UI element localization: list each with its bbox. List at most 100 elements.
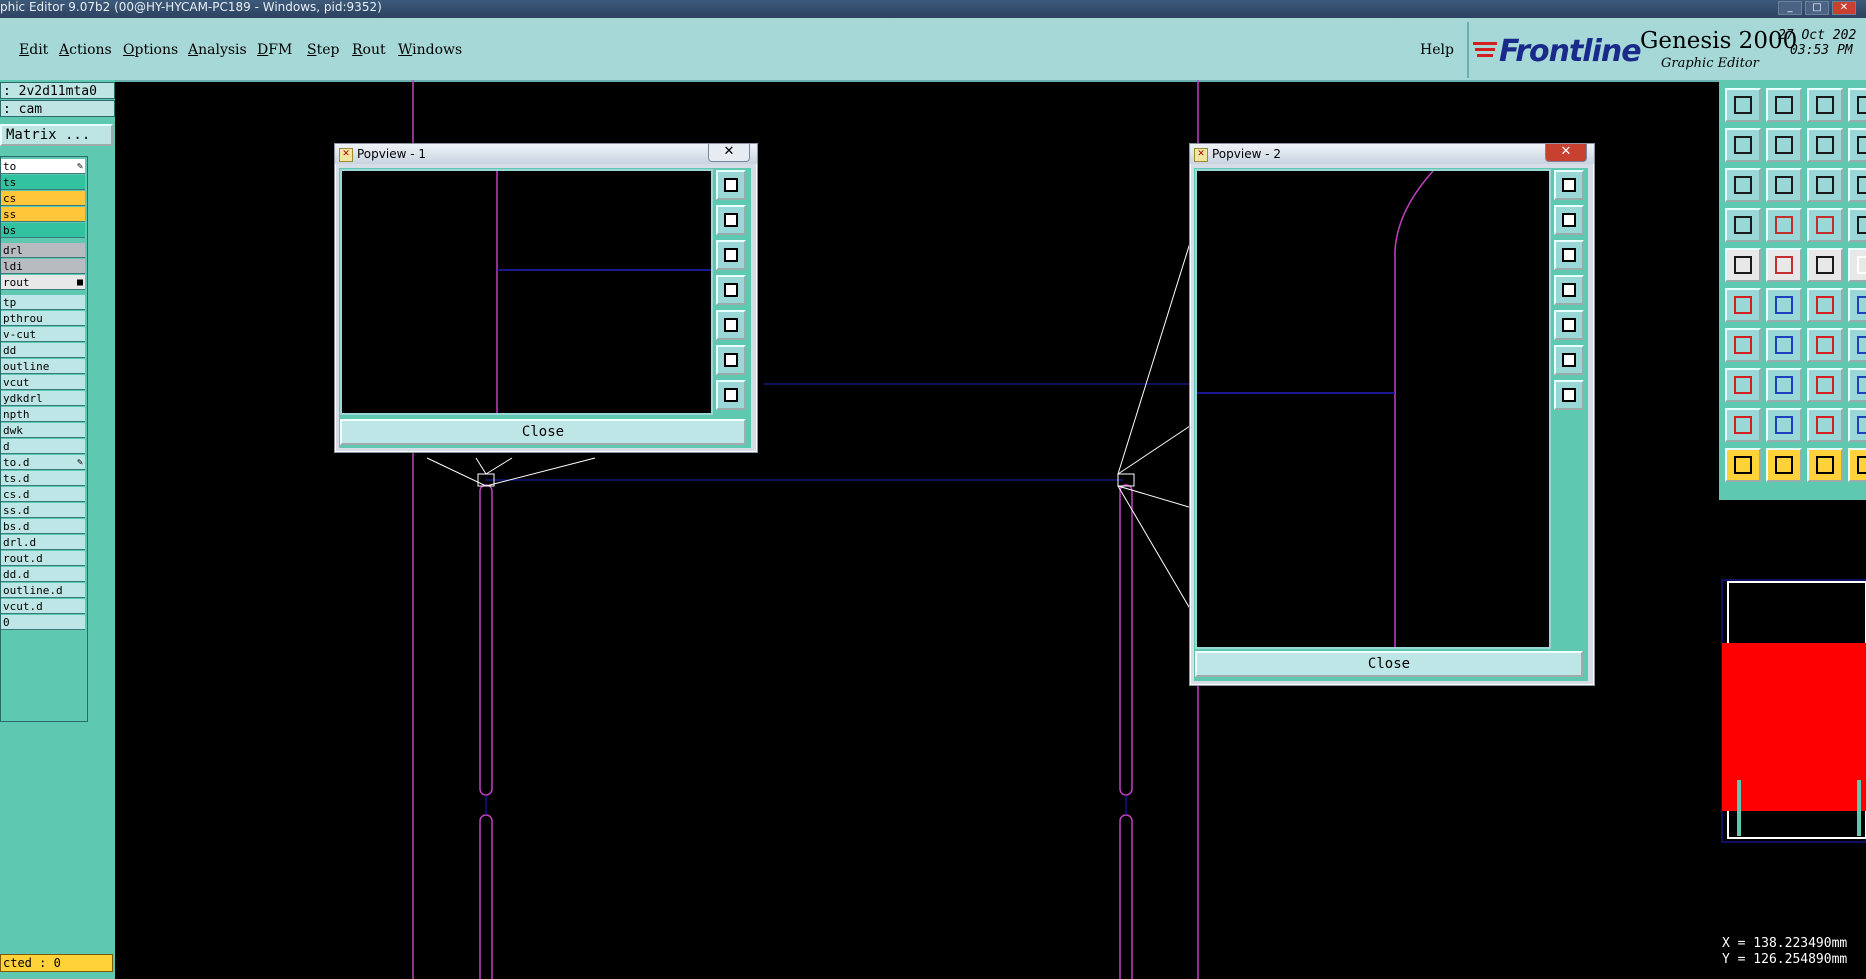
menu-options[interactable]: Options (123, 42, 178, 58)
close-window-button[interactable]: ✕ (1832, 1, 1856, 15)
popview-2-pan-up-button[interactable] (1554, 205, 1584, 235)
popview-2-titlebar[interactable]: ✕ Popview - 2 ✕ (1190, 144, 1594, 164)
popview-2-pan-right-button[interactable] (1554, 310, 1584, 340)
layer-row-vcut[interactable]: vcut (1, 375, 85, 390)
arrow-pointer-button[interactable] (1725, 448, 1761, 482)
layer-row-ts-d[interactable]: ts.d (1, 471, 85, 486)
popview-1-zoom-out-button[interactable] (716, 380, 746, 410)
layer-row-ss-d[interactable]: ss.d (1, 503, 85, 518)
layer-row-0[interactable]: 0 (1, 615, 85, 630)
layer-row-rout[interactable]: rout ■ (1, 275, 85, 290)
popview-2-zoom-home-button[interactable] (1554, 170, 1584, 200)
triangle-red-button[interactable] (1725, 408, 1761, 442)
layer-row-d[interactable]: d (1, 439, 85, 454)
menu-actions[interactable]: Actions (59, 42, 112, 58)
layer-row-tp[interactable]: tp (1, 295, 85, 310)
popview-1-close-x[interactable]: ✕ (708, 144, 750, 162)
minus-button[interactable] (1766, 368, 1802, 402)
menu-dfm[interactable]: DFM (257, 42, 292, 58)
layer-row-to[interactable]: to ✎ (1, 159, 85, 174)
ruler-button[interactable] (1807, 248, 1843, 282)
minimize-button[interactable]: _ (1778, 1, 1802, 15)
help-q-button[interactable] (1848, 168, 1866, 202)
layer-row-ydkdrl[interactable]: ydkdrl (1, 391, 85, 406)
layer-row-cs[interactable]: cs (1, 191, 85, 206)
triangle-a2-button[interactable] (1807, 408, 1843, 442)
popview-1-pan-down-button[interactable] (716, 240, 746, 270)
fit-all-button[interactable] (1725, 168, 1761, 202)
layer-row-cs-d[interactable]: cs.d (1, 487, 85, 502)
popview-2-zoom-out-button[interactable] (1554, 380, 1584, 410)
arc-button[interactable] (1807, 328, 1843, 362)
pan-left-button[interactable] (1725, 128, 1761, 162)
box-select-button[interactable] (1807, 368, 1843, 402)
circle-button[interactable] (1848, 248, 1866, 282)
hspace2-button[interactable] (1848, 128, 1866, 162)
zoom-up-button[interactable] (1725, 88, 1761, 122)
arrow-pointer-red2-button[interactable] (1807, 448, 1843, 482)
popview-1-zoom-home-button[interactable] (716, 170, 746, 200)
popview-1-zoom-in-button[interactable] (716, 345, 746, 375)
pan-right-button[interactable] (1766, 128, 1802, 162)
connect2-button[interactable] (1848, 288, 1866, 322)
menu-help[interactable]: Help (1420, 42, 1454, 58)
line-blue-button[interactable] (1766, 328, 1802, 362)
popview-1-canvas[interactable] (340, 169, 713, 415)
measure-red2-button[interactable] (1848, 208, 1866, 242)
fit-screen-button[interactable] (1766, 168, 1802, 202)
popview-1-titlebar[interactable]: ✕ Popview - 1 ✕ (335, 144, 757, 164)
home-button[interactable] (1807, 88, 1843, 122)
snap-button[interactable] (1725, 208, 1761, 242)
net-select-button[interactable] (1725, 288, 1761, 322)
menu-rout[interactable]: Rout (352, 42, 386, 58)
menu-analysis[interactable]: Analysis (188, 42, 247, 58)
hspace-button[interactable] (1848, 88, 1866, 122)
measure-red-button[interactable] (1807, 208, 1843, 242)
matrix-button[interactable]: Matrix ... (0, 124, 113, 146)
popview-2-close-button[interactable]: Close (1195, 651, 1583, 677)
drill-hole-button[interactable] (1725, 248, 1761, 282)
overview-map[interactable] (1719, 500, 1866, 930)
arrow-pointer-red-button[interactable] (1766, 448, 1802, 482)
popview-2-zoom-in-button[interactable] (1554, 345, 1584, 375)
box-blue-button[interactable] (1848, 368, 1866, 402)
triangle-a-button[interactable] (1766, 408, 1802, 442)
popview-2-pan-left-button[interactable] (1554, 275, 1584, 305)
maximize-button[interactable]: □ (1805, 1, 1829, 15)
zoom-down-button[interactable] (1766, 88, 1802, 122)
connect-button[interactable] (1807, 288, 1843, 322)
layer-row-dd-d[interactable]: dd.d (1, 567, 85, 582)
layer-row-drl-d[interactable]: drl.d (1, 535, 85, 550)
layer-row-outline[interactable]: outline (1, 359, 85, 374)
layer-row-vcut-d[interactable]: vcut.d (1, 599, 85, 614)
popview-1-close-button[interactable]: Close (340, 419, 746, 445)
layer-row-ss[interactable]: ss (1, 207, 85, 222)
popview-1-pan-up-button[interactable] (716, 205, 746, 235)
popview-2-canvas[interactable] (1195, 169, 1551, 649)
undo-zoom-button[interactable] (1807, 128, 1843, 162)
pad-red-button[interactable] (1725, 368, 1761, 402)
arc2-button[interactable] (1848, 328, 1866, 362)
menu-windows[interactable]: Windows (398, 42, 462, 58)
feature-cross-button[interactable] (1766, 288, 1802, 322)
layer-row-rout-d[interactable]: rout.d (1, 551, 85, 566)
grid-button[interactable] (1766, 208, 1802, 242)
profile-button[interactable] (1766, 248, 1802, 282)
layer-row-v-cut[interactable]: v-cut (1, 327, 85, 342)
popview-2-pan-down-button[interactable] (1554, 240, 1584, 270)
line-red-button[interactable] (1725, 328, 1761, 362)
layer-row-outline-d[interactable]: outline.d (1, 583, 85, 598)
layer-row-ts[interactable]: ts (1, 175, 85, 190)
layer-row-dd[interactable]: dd (1, 343, 85, 358)
arrow-pointer-yellow-button[interactable] (1848, 448, 1866, 482)
triangle-a3-button[interactable] (1848, 408, 1866, 442)
popview-2-close-x[interactable]: ✕ (1545, 144, 1587, 162)
layer-row-dwk[interactable]: dwk (1, 423, 85, 438)
layer-row-to-d[interactable]: to.d ✎ (1, 455, 85, 470)
layer-row-bs[interactable]: bs (1, 223, 85, 238)
layer-row-ldi[interactable]: ldi (1, 259, 85, 274)
layer-row-pthrou[interactable]: pthrou (1, 311, 85, 326)
scale-1-2-button[interactable] (1807, 168, 1843, 202)
popview-1-pan-right-button[interactable] (716, 310, 746, 340)
menu-step[interactable]: Step (307, 42, 339, 58)
